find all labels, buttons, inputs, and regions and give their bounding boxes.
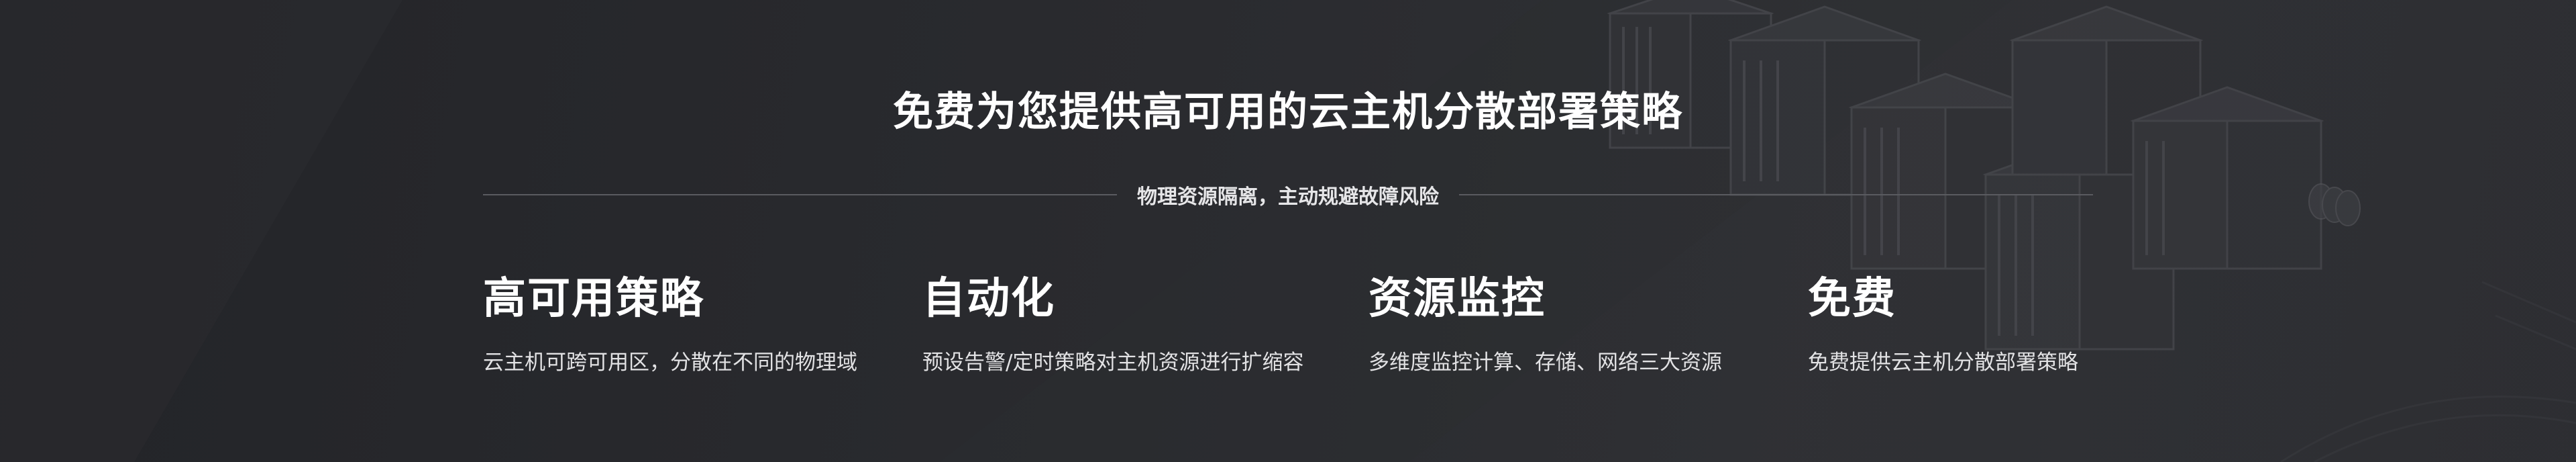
banner: 免费为您提供高可用的云主机分散部署策略 物理资源隔离，主动规避故障风险 高可用策… [0, 0, 2576, 462]
feature-resource-monitoring: 资源监控 多维度监控计算、存储、网络三大资源 [1368, 269, 1784, 376]
features-list: 高可用策略 云主机可跨可用区，分散在不同的物理域 自动化 预设告警/定时策略对主… [483, 269, 2093, 403]
feature-title: 免费 [1808, 274, 1896, 324]
divider-left [483, 194, 1117, 195]
feature-description: 云主机可跨可用区，分散在不同的物理域 [483, 351, 857, 375]
feature-description: 多维度监控计算、存储、网络三大资源 [1368, 351, 1722, 375]
feature-description: 预设告警/定时策略对主机资源进行扩缩容 [922, 351, 1304, 375]
banner-title: 免费为您提供高可用的云主机分散部署策略 [893, 89, 1683, 136]
feature-description: 免费提供云主机分散部署策略 [1808, 351, 2078, 375]
divider-right [1459, 194, 2093, 195]
banner-subtitle: 物理资源隔离，主动规避故障风险 [1137, 185, 1439, 209]
feature-title: 资源监控 [1368, 274, 1546, 324]
subtitle-row: 物理资源隔离，主动规避故障风险 [483, 181, 2093, 209]
feature-title: 高可用策略 [483, 274, 704, 324]
feature-automation: 自动化 预设告警/定时策略对主机资源进行扩缩容 [922, 269, 1338, 376]
feature-free: 免费 免费提供云主机分散部署策略 [1808, 269, 2224, 376]
feature-title: 自动化 [922, 274, 1055, 324]
feature-high-availability: 高可用策略 云主机可跨可用区，分散在不同的物理域 [483, 269, 899, 376]
